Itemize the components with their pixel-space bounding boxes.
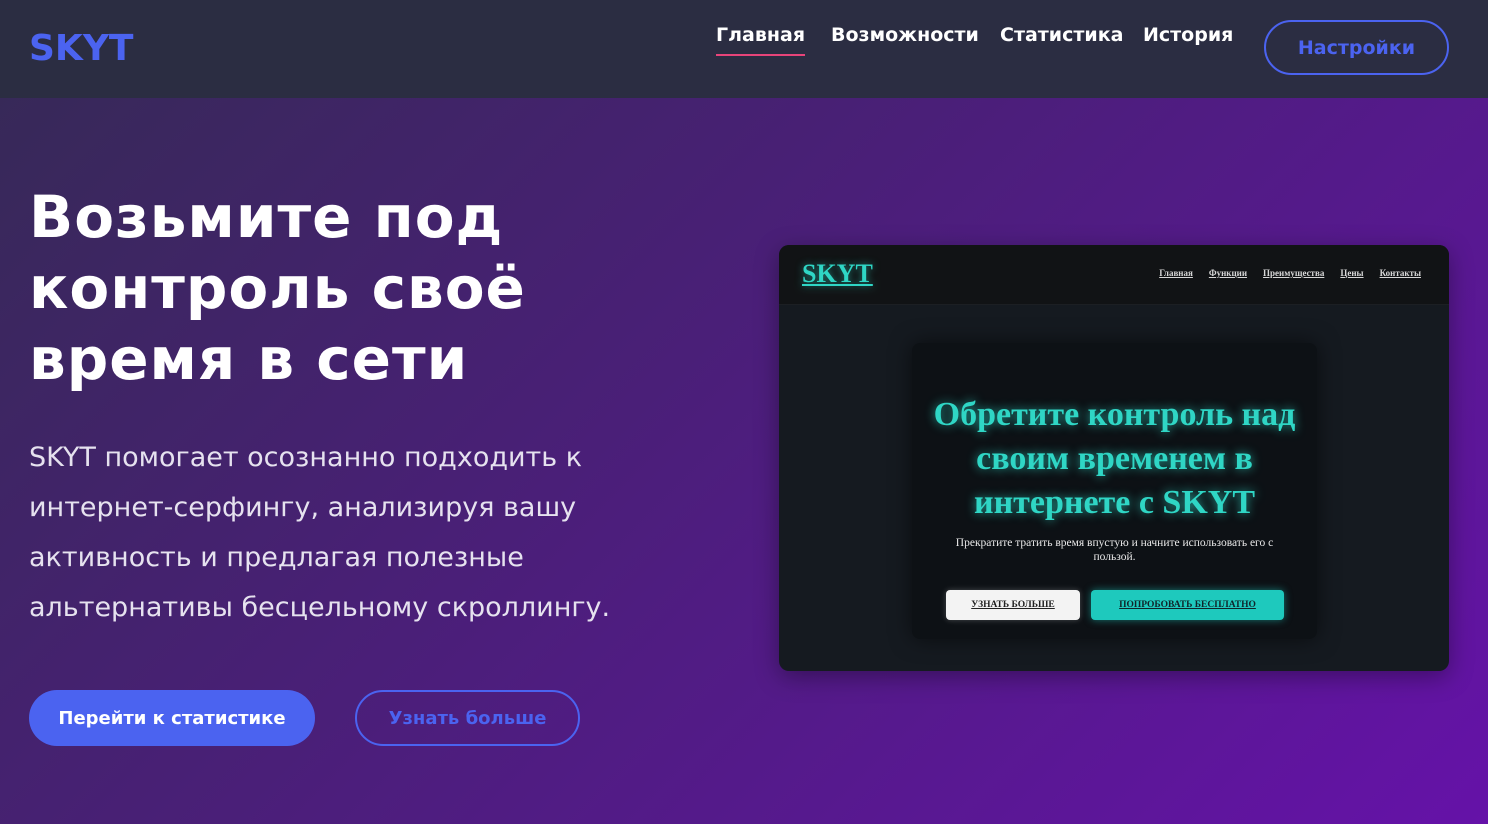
preview-header: SKYT Главная Функции Преимущества Цены К…: [779, 245, 1449, 305]
go-to-statistics-button[interactable]: Перейти к статистике: [29, 690, 315, 746]
nav-item-features[interactable]: Возможности: [831, 24, 979, 54]
site-header: SKYT Главная Возможности Статистика Исто…: [0, 0, 1488, 98]
preview-title: Обретите контроль над своим временем в и…: [933, 396, 1296, 521]
preview-nav-item: Преимущества: [1263, 268, 1325, 278]
preview-screenshot: SKYT Главная Функции Преимущества Цены К…: [779, 245, 1449, 671]
nav-item-history[interactable]: История: [1143, 24, 1233, 54]
preview-subtitle: Прекратите тратить время впустую и начни…: [955, 537, 1274, 563]
preview-nav: Главная Функции Преимущества Цены Контак…: [1159, 268, 1421, 278]
nav-item-statistics[interactable]: Статистика: [1000, 24, 1123, 54]
hero-title: Возьмите под контроль своё время в сети: [29, 183, 526, 393]
preview-nav-item: Главная: [1159, 268, 1193, 278]
preview-hero-card: Обретите контроль над своим временем в и…: [912, 343, 1317, 639]
preview-nav-item: Цены: [1340, 268, 1364, 278]
logo[interactable]: SKYT: [29, 28, 133, 69]
preview-nav-item: Функции: [1208, 268, 1248, 278]
preview-logo: SKYT: [802, 259, 873, 288]
preview-try-free-button: ПОПРОБОВАТЬ БЕСПЛАТНО: [1091, 590, 1284, 620]
nav-item-home[interactable]: Главная: [716, 24, 806, 56]
preview-learn-more-button: УЗНАТЬ БОЛЬШЕ: [946, 590, 1080, 620]
hero-description: SKYT помогает осознанно подходить к инте…: [29, 442, 611, 623]
settings-button[interactable]: Настройки: [1264, 20, 1449, 75]
learn-more-button[interactable]: Узнать больше: [355, 690, 580, 746]
preview-nav-item: Контакты: [1379, 268, 1421, 278]
